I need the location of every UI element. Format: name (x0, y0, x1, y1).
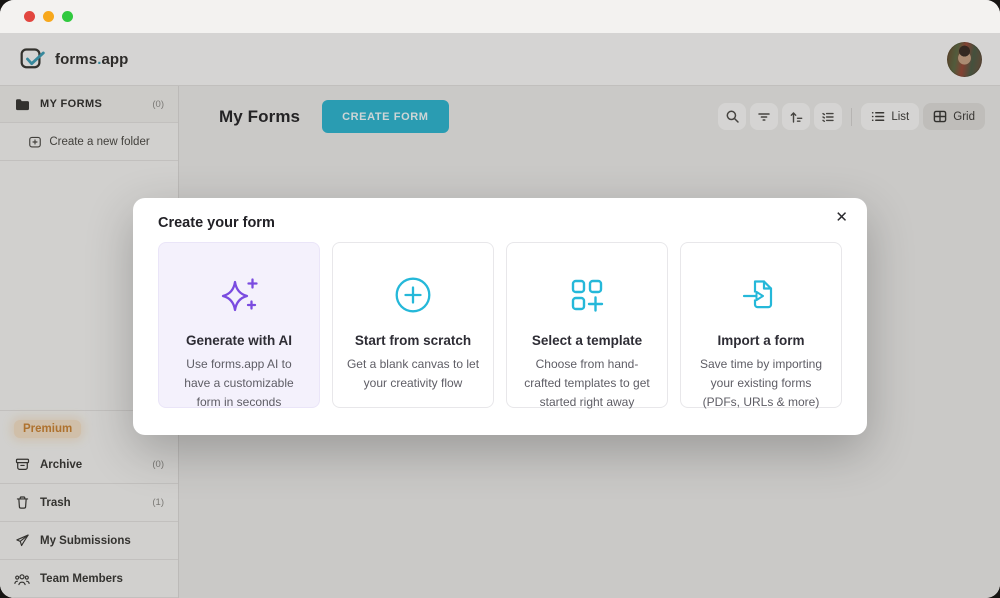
card-title: Start from scratch (346, 333, 480, 348)
card-start-from-scratch[interactable]: Start from scratch Get a blank canvas to… (332, 242, 494, 408)
card-title: Generate with AI (172, 333, 306, 348)
minimize-window-button[interactable] (43, 11, 54, 22)
card-description: Use forms.app AI to have a customizable … (172, 355, 306, 412)
card-generate-with-ai[interactable]: Generate with AI Use forms.app AI to hav… (158, 242, 320, 408)
template-grid-icon (520, 266, 654, 324)
macos-titlebar (0, 0, 1000, 33)
card-select-a-template[interactable]: Select a template Choose from hand-craft… (506, 242, 668, 408)
modal-title: Create your form (158, 215, 842, 231)
ai-sparkles-icon (172, 266, 306, 324)
plus-circle-icon (346, 266, 480, 324)
close-window-button[interactable] (24, 11, 35, 22)
card-description: Save time by importing your existing for… (694, 355, 828, 412)
import-file-icon (694, 266, 828, 324)
create-form-modal: Create your form ✕ Generate with AI Use … (133, 198, 867, 435)
app-window: forms.app MY FORMS (0) (0, 0, 1000, 598)
card-title: Import a form (694, 333, 828, 348)
zoom-window-button[interactable] (62, 11, 73, 22)
card-description: Choose from hand-crafted templates to ge… (520, 355, 654, 412)
card-title: Select a template (520, 333, 654, 348)
card-import-a-form[interactable]: Import a form Save time by importing you… (680, 242, 842, 408)
close-icon[interactable]: ✕ (833, 208, 850, 227)
card-description: Get a blank canvas to let your creativit… (346, 355, 480, 393)
